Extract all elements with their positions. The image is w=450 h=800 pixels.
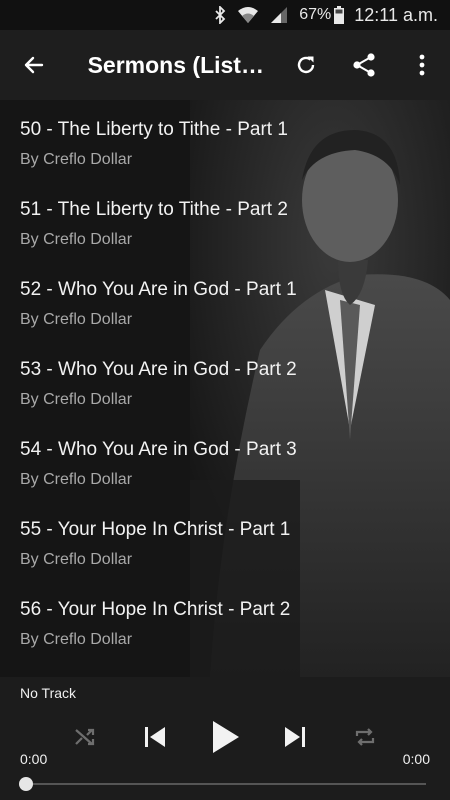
share-button[interactable] [340, 41, 388, 89]
total-duration: 0:00 [402, 751, 430, 767]
elapsed-time: 0:00 [20, 751, 48, 767]
wifi-icon [237, 6, 259, 24]
skip-previous-icon [145, 727, 165, 747]
sermon-title: 54 - Who You Are in God - Part 3 [20, 439, 297, 460]
arrow-back-icon [25, 56, 44, 74]
sermon-item[interactable]: 54 - Who You Are in God - Part 3 By Cref… [0, 420, 450, 500]
battery-percent: 67% [299, 6, 332, 23]
shuffle-button[interactable] [65, 717, 105, 757]
clock: 12:11 a.m. [354, 4, 438, 25]
next-button[interactable] [275, 717, 315, 757]
sermon-title: 56 - Your Hope In Christ - Part 2 [20, 599, 291, 620]
sermon-title: 52 - Who You Are in God - Part 1 [20, 279, 297, 300]
battery-icon [334, 6, 345, 24]
sermon-item[interactable]: 51 - The Liberty to Tithe - Part 2 By Cr… [0, 180, 450, 260]
back-button[interactable] [11, 41, 58, 89]
sermon-author: By Creflo Dollar [20, 551, 133, 568]
app-bar: Sermons (List… [0, 30, 450, 100]
sermon-item[interactable]: 52 - Who You Are in God - Part 1 By Cref… [0, 260, 450, 340]
seek-bar[interactable] [19, 777, 426, 791]
sermon-item[interactable]: 56 - Your Hope In Christ - Part 2 By Cre… [0, 580, 450, 660]
more-vert-icon [419, 54, 425, 76]
sermon-title: 50 - The Liberty to Tithe - Part 1 [20, 119, 288, 140]
sermon-item[interactable]: 50 - The Liberty to Tithe - Part 1 By Cr… [0, 100, 450, 180]
share-icon [353, 53, 375, 77]
play-icon [213, 721, 239, 753]
seek-thumb[interactable] [19, 777, 33, 791]
sermon-title: 55 - Your Hope In Christ - Part 1 [20, 519, 291, 540]
previous-button[interactable] [135, 717, 175, 757]
sermon-author: By Creflo Dollar [20, 231, 133, 248]
play-button[interactable] [205, 717, 245, 757]
sermon-author: By Creflo Dollar [20, 631, 133, 648]
skip-next-icon [285, 727, 305, 747]
sermon-author: By Creflo Dollar [20, 151, 133, 168]
signal-icon [269, 6, 289, 24]
refresh-icon [297, 56, 315, 74]
track-title: No Track [20, 685, 77, 701]
shuffle-icon [75, 728, 95, 746]
repeat-button[interactable] [345, 717, 385, 757]
status-bar: 67% 12:11 a.m. [0, 0, 450, 30]
sermon-author: By Creflo Dollar [20, 471, 133, 488]
sermon-title: 51 - The Liberty to Tithe - Part 2 [20, 199, 288, 220]
sermon-author: By Creflo Dollar [20, 391, 133, 408]
sermon-list-area[interactable]: 50 - The Liberty to Tithe - Part 1 By Cr… [0, 100, 450, 677]
sermon-author: By Creflo Dollar [20, 311, 133, 328]
sermon-title: 53 - Who You Are in God - Part 2 [20, 359, 297, 380]
sermon-item[interactable]: 55 - Your Hope In Christ - Part 1 By Cre… [0, 500, 450, 580]
more-options-button[interactable] [398, 41, 446, 89]
repeat-icon [355, 728, 375, 746]
sermon-list: 50 - The Liberty to Tithe - Part 1 By Cr… [0, 100, 450, 660]
bluetooth-icon [213, 6, 227, 24]
page-title: Sermons (List… [87, 51, 264, 78]
player-bar: No Track 0:00 0:00 [0, 677, 450, 800]
sermon-item[interactable]: 53 - Who You Are in God - Part 2 By Cref… [0, 340, 450, 420]
refresh-button[interactable] [282, 41, 330, 89]
